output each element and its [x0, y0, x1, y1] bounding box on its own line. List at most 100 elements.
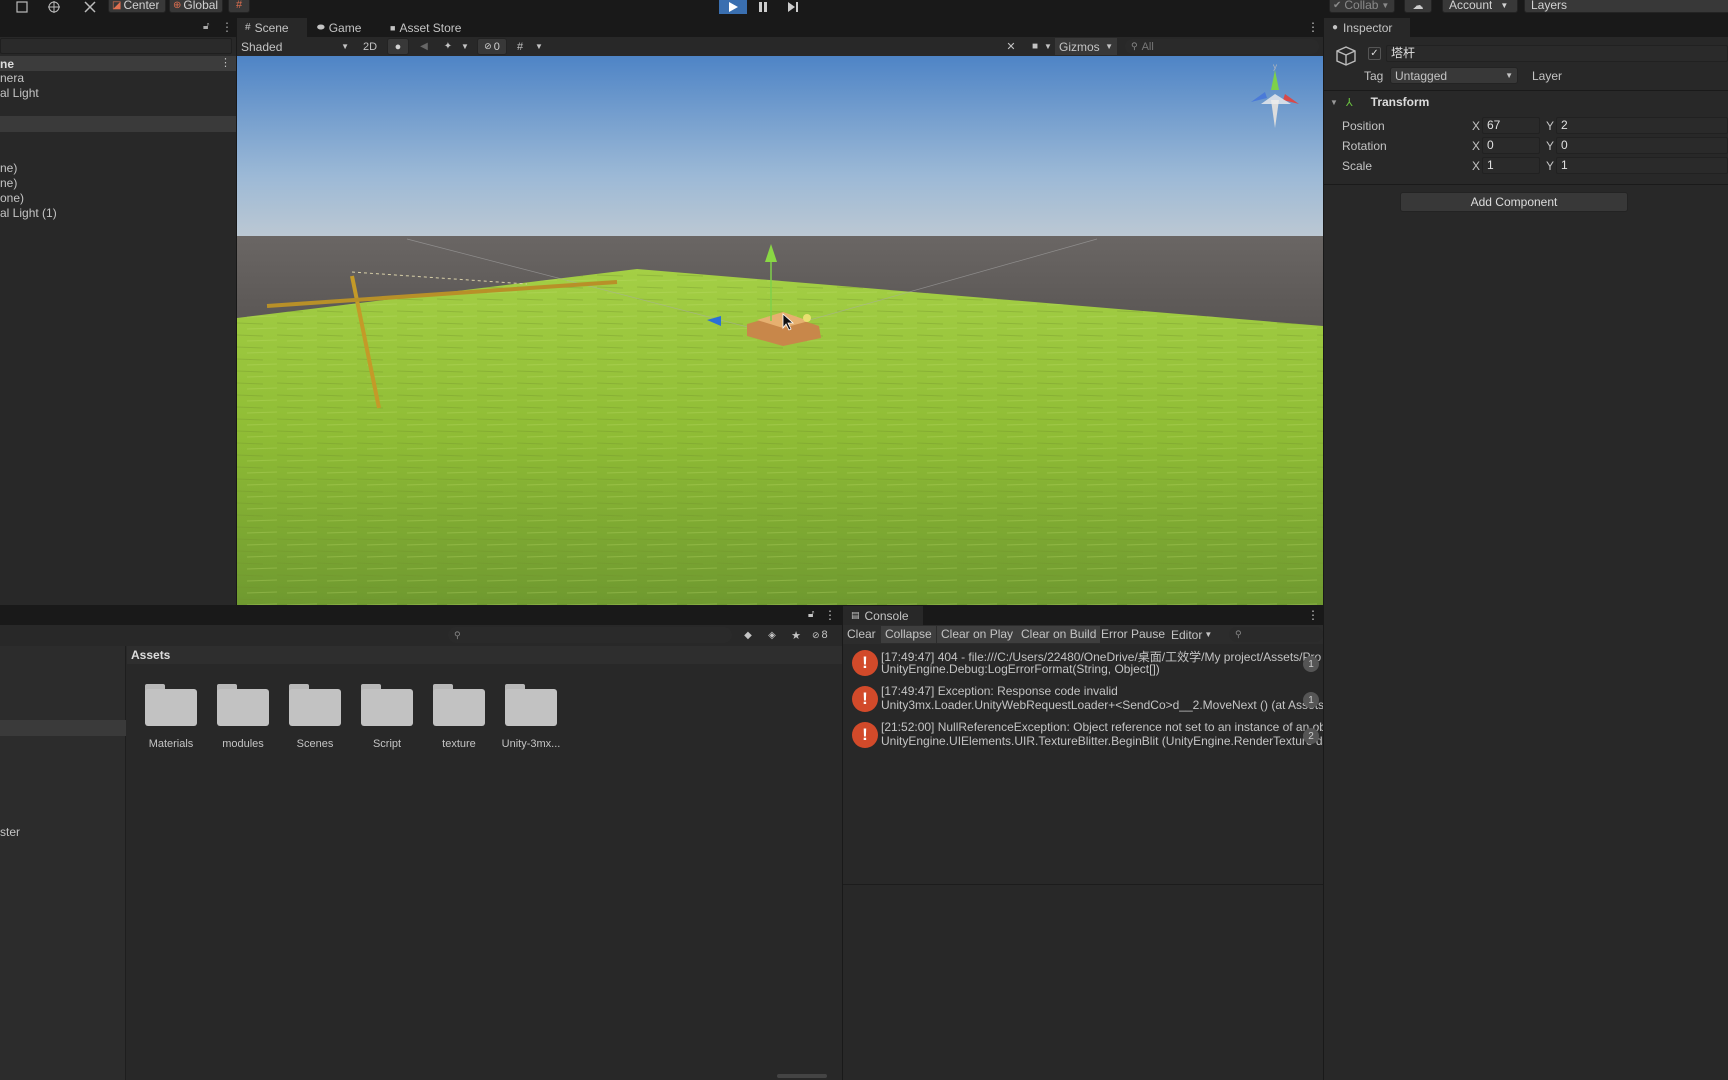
2d-toggle-button[interactable]: 2D	[359, 38, 381, 55]
console-detail-divider[interactable]	[843, 884, 1323, 885]
snap-button[interactable]: #	[228, 0, 250, 13]
camera-icon[interactable]: ■	[1027, 39, 1043, 54]
folder-item[interactable]: modules	[211, 684, 275, 750]
position-y-field[interactable]: 2	[1556, 117, 1728, 134]
shopping-bag-icon: ■	[390, 22, 396, 33]
transform-tool-icon[interactable]	[46, 0, 62, 13]
folder-item[interactable]: Scenes	[283, 684, 347, 750]
clear-button[interactable]: Clear	[847, 627, 876, 642]
pivot-toggle-button[interactable]: ◪ Center	[108, 0, 166, 13]
grid-icon[interactable]: #	[511, 39, 529, 54]
space-toggle-button[interactable]: ⊕ Global	[169, 0, 223, 13]
project-search-input[interactable]: ⚲	[448, 627, 732, 643]
step-button[interactable]	[780, 0, 806, 14]
chevron-down-icon[interactable]: ▼	[533, 39, 545, 54]
rotation-y-field[interactable]: 0	[1556, 137, 1728, 154]
log-entry[interactable]: ! [17:49:47] 404 - file:///C:/Users/2248…	[843, 646, 1325, 682]
more-options-icon[interactable]: ⋮	[1307, 608, 1319, 622]
hierarchy-search-input[interactable]	[0, 38, 232, 54]
search-by-type-icon[interactable]: ◆	[740, 628, 756, 642]
star-icon[interactable]: ★	[788, 628, 804, 642]
hierarchy-item[interactable]: one)	[0, 191, 236, 206]
hierarchy-scene-row[interactable]: ne ⋮	[0, 56, 236, 71]
tree-item-selected[interactable]	[0, 720, 126, 736]
chevron-down-icon[interactable]: ▼	[459, 39, 471, 54]
tab-console[interactable]: ▤ Console	[843, 606, 923, 625]
more-options-icon[interactable]: ⋮	[1307, 20, 1319, 34]
object-name-field[interactable]: 塔杆	[1386, 45, 1728, 62]
tab-scene[interactable]: # Scene	[237, 18, 307, 37]
hidden-objects-toggle[interactable]: ⊘ 0	[477, 38, 507, 55]
tab-inspector[interactable]: ● Inspector	[1324, 18, 1410, 37]
hierarchy-item[interactable]: nera	[0, 71, 236, 86]
custom-tool-icon[interactable]	[82, 0, 98, 13]
collab-button[interactable]: ✔ Collab ▼	[1329, 0, 1395, 13]
clear-on-build-button[interactable]: Clear on Build	[1017, 626, 1101, 643]
folder-item[interactable]: Materials	[139, 684, 203, 750]
shading-mode-dropdown[interactable]: Shaded ▼	[241, 38, 353, 55]
clear-on-play-button[interactable]: Clear on Play	[937, 626, 1018, 643]
chevron-down-icon[interactable]: ▼	[1043, 39, 1053, 54]
hierarchy-item[interactable]: al Light (1)	[0, 206, 236, 221]
search-icon: ⚲	[454, 629, 461, 640]
console-panel: ▤ Console ⋮ Clear Collapse Clear on Play…	[843, 606, 1323, 1080]
editor-dropdown[interactable]: Editor ▼	[1171, 627, 1212, 642]
active-checkbox[interactable]: ✓	[1368, 47, 1381, 60]
folder-item[interactable]: Unity-3mx...	[499, 684, 563, 750]
hidden-packages-toggle[interactable]: ⊘ 8	[812, 628, 840, 642]
folder-item[interactable]: Script	[355, 684, 419, 750]
rotation-x-field[interactable]: 0	[1482, 137, 1540, 154]
scene-viewport[interactable]: y	[237, 56, 1323, 605]
more-options-icon[interactable]: ⋮	[220, 56, 231, 69]
hidden-count: 0	[493, 40, 500, 53]
log-entry[interactable]: ! [21:52:00] NullReferenceException: Obj…	[843, 718, 1325, 754]
pivot-label: Center	[123, 0, 160, 12]
hierarchy-item[interactable]: al Light	[0, 86, 236, 101]
account-dropdown[interactable]: Account ▼	[1442, 0, 1518, 13]
scale-x-field[interactable]: 1	[1482, 157, 1540, 174]
tab-game-label: Game	[328, 20, 362, 35]
play-button[interactable]	[719, 0, 747, 14]
rect-tool-icon[interactable]	[14, 0, 30, 13]
hierarchy-item[interactable]: ne)	[0, 176, 236, 191]
folder-icon	[505, 684, 557, 726]
more-options-icon[interactable]: ⋮	[221, 20, 233, 34]
position-x-field[interactable]: 67	[1482, 117, 1540, 134]
lighting-toggle-button[interactable]: ●	[387, 38, 409, 55]
log-entry[interactable]: ! [17:49:47] Exception: Response code in…	[843, 682, 1325, 718]
inspector-tabbar: ● Inspector	[1324, 18, 1728, 37]
audio-icon[interactable]: ◀︎	[415, 39, 433, 54]
zoom-slider[interactable]	[777, 1074, 827, 1078]
tree-item[interactable]: ster	[0, 825, 20, 839]
collapse-button[interactable]: Collapse	[881, 626, 936, 643]
hierarchy-item-selected[interactable]	[0, 116, 236, 132]
foldout-arrow-icon[interactable]: ▼	[1330, 98, 1338, 107]
breadcrumb-assets[interactable]: Assets	[131, 648, 170, 662]
add-component-button[interactable]: Add Component	[1400, 192, 1628, 212]
log-count-badge: 1	[1303, 656, 1319, 672]
transform-header[interactable]: ▼ ⅄ Transform	[1324, 92, 1728, 112]
console-search-input[interactable]: ⚲	[1229, 627, 1323, 642]
folder-item[interactable]: texture	[427, 684, 491, 750]
transform-icon: ⅄	[1345, 96, 1353, 109]
scale-y-field[interactable]: 1	[1556, 157, 1728, 174]
tag-dropdown[interactable]: Untagged ▼	[1390, 67, 1518, 84]
tools-icon[interactable]: ✕	[1003, 39, 1019, 54]
orientation-gizmo[interactable]: y	[1241, 62, 1313, 134]
hierarchy-item[interactable]: ne)	[0, 161, 236, 176]
lock-icon[interactable]: 🔓︎	[808, 609, 814, 620]
lock-icon[interactable]: 🔓︎	[203, 21, 209, 32]
gizmos-dropdown[interactable]: Gizmos ▼	[1055, 38, 1117, 55]
label-icon[interactable]: ◈	[764, 628, 780, 642]
axis-y-label: Y	[1546, 159, 1555, 173]
cloud-button[interactable]: ☁	[1404, 0, 1432, 13]
effects-icon[interactable]: ✦	[439, 39, 457, 54]
layers-dropdown[interactable]: Layers	[1524, 0, 1728, 13]
pause-button[interactable]	[750, 0, 776, 14]
folder-icon	[145, 684, 197, 726]
more-options-icon[interactable]: ⋮	[824, 608, 836, 622]
tab-asset-store[interactable]: ■ Asset Store	[387, 18, 483, 37]
error-pause-button[interactable]: Error Pause	[1101, 627, 1165, 642]
scene-search-input[interactable]: ⚲ All	[1125, 39, 1319, 54]
tab-game[interactable]: ⬬ Game	[313, 18, 379, 37]
